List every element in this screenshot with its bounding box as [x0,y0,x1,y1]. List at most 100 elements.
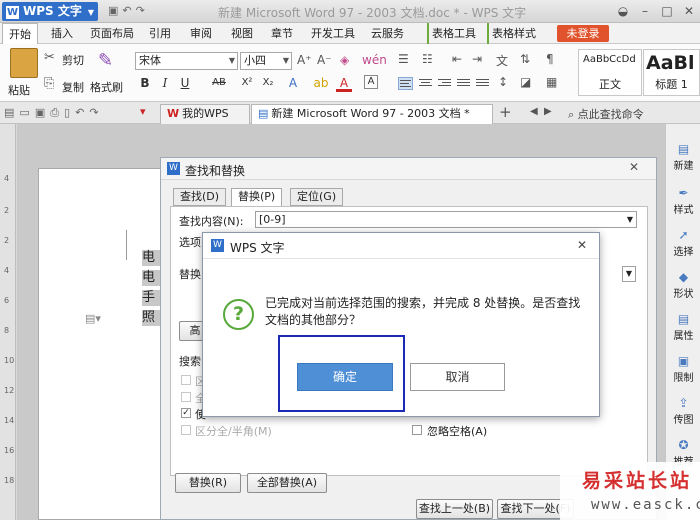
align-right-icon[interactable] [437,77,452,90]
login-button[interactable]: 未登录 [557,25,609,42]
chevron-down-icon[interactable]: ▼ [283,53,289,69]
wps-app-menu-button[interactable]: W WPS 文字 ▼ [2,2,98,21]
open-icon[interactable]: ▭ [19,106,34,119]
checkbox-halfwidth[interactable] [181,425,191,435]
justify-icon[interactable] [456,77,471,90]
shrink-font-icon[interactable]: A⁻ [317,53,332,67]
checkbox-ignore-space[interactable] [412,425,422,435]
tab-my-wps[interactable]: W 我的WPS [160,104,250,124]
copy-icon[interactable]: ⎘ [44,76,54,91]
tab-table-tools[interactable]: 表格工具 [427,23,476,44]
redo-icon[interactable]: ↷ [136,4,149,17]
document-text-line[interactable]: 电 [142,270,161,286]
align-left-icon[interactable] [398,77,413,90]
document-text-line[interactable]: 手 [142,290,161,306]
close-icon[interactable]: ✕ [577,238,587,252]
tab-goto[interactable]: 定位(G) [290,188,344,206]
show-marks-icon[interactable]: ¶ [546,52,554,66]
font-color-icon[interactable]: A [336,75,352,92]
cancel-button[interactable]: 取消 [410,363,505,391]
strikethrough-icon[interactable]: AB [206,75,232,91]
align-center-icon[interactable] [418,77,433,90]
style-heading-1[interactable]: AaBl 标题 1 [643,49,700,96]
increase-indent-icon[interactable]: ⇥ [472,52,482,66]
superscript-icon[interactable]: X² [239,75,255,91]
skin-icon[interactable]: ◒ [612,2,634,20]
chevron-down-icon[interactable]: ▼ [627,212,633,227]
sidebar-item-upload[interactable]: ⇪ 传图 [666,396,700,426]
char-border-icon[interactable]: A [364,75,378,89]
find-input[interactable]: [0-9] ▼ [255,211,637,228]
close-icon[interactable]: ✕ [629,160,639,174]
subscript-icon[interactable]: X₂ [260,75,276,91]
tab-nav-left-icon[interactable]: ◀ [530,106,538,117]
tab-find[interactable]: 查找(D) [173,188,227,206]
preview-icon[interactable]: ▯ [64,106,75,119]
checkbox-wildcards[interactable]: ✓ [181,408,191,418]
numbering-icon[interactable]: ☷ [422,52,433,66]
shading-icon[interactable]: ◪ [520,75,531,89]
text-effect-icon[interactable]: A [285,75,301,91]
save-icon[interactable]: ▣ [35,106,50,119]
tab-page-layout[interactable]: 页面布局 [90,23,134,44]
redo-icon[interactable]: ↷ [89,106,103,119]
scissors-icon[interactable]: ✂ [44,50,55,65]
sidebar-item-restrict[interactable]: ▣ 限制 [666,354,700,384]
paste-button[interactable]: 粘贴 [8,82,30,98]
font-size-select[interactable]: 小四 ▼ [240,52,292,70]
sidebar-item-shapes[interactable]: ◆ 形状 [666,270,700,300]
tab-insert[interactable]: 插入 [51,23,73,44]
tab-review[interactable]: 审阅 [190,23,212,44]
grow-font-icon[interactable]: A⁺ [297,53,312,67]
minimize-button[interactable]: – [634,2,656,20]
tab-view[interactable]: 视图 [231,23,253,44]
highlight-icon[interactable]: ab [313,75,329,91]
quick-access-toolbar[interactable]: ▣↶↷ [108,4,149,17]
bullets-icon[interactable]: ☰ [398,52,409,66]
chinese-layout-icon[interactable]: 文 [496,52,508,69]
tab-section[interactable]: 章节 [271,23,293,44]
tab-cloud[interactable]: 云服务 [371,23,404,44]
tab-nav-right-icon[interactable]: ▶ [544,106,552,117]
font-family-select[interactable]: 宋体 ▼ [135,52,238,70]
sidebar-item-properties[interactable]: ▤ 属性 [666,312,700,342]
checkbox-zone[interactable] [181,375,191,385]
tab-table-style[interactable]: 表格样式 [487,23,536,44]
command-search[interactable]: ⌕ 点此查找命令 [568,106,644,122]
distribute-icon[interactable] [475,77,490,90]
tab-developer[interactable]: 开发工具 [311,23,355,44]
phonetic-icon[interactable]: wén [362,53,387,67]
italic-icon[interactable]: I [157,75,173,91]
sidebar-item-new[interactable]: ▤ 新建 [666,142,700,172]
line-spacing-icon[interactable]: ↕ [498,75,508,89]
doc-toolbar-icons[interactable]: ▤▭▣⎙▯↶↷ [4,106,104,120]
chevron-down-icon[interactable]: ▼ [229,53,235,69]
document-text-line[interactable]: 电 [142,250,161,266]
tab-references[interactable]: 引用 [149,23,171,44]
clear-format-icon[interactable]: ◈ [340,53,349,67]
sidebar-item-select[interactable]: ➚ 选择 [666,228,700,258]
close-window-button[interactable]: ✕ [678,2,700,20]
new-doc-icon[interactable]: ▤ [4,106,19,119]
checkbox-full[interactable] [181,392,191,402]
undo-icon[interactable]: ↶ [122,4,135,17]
undo-icon[interactable]: ↶ [75,106,89,119]
print-icon[interactable]: ⎙ [50,106,64,119]
copy-button[interactable]: 复制 [62,79,84,95]
paste-icon[interactable] [10,48,38,78]
brush-icon[interactable]: ✎ [98,50,113,71]
borders-icon[interactable]: ▦ [546,75,557,89]
sort-icon[interactable]: ⇅ [520,52,530,66]
paragraph-options-icon[interactable]: ▤▾ [85,312,101,325]
format-painter-button[interactable]: 格式刷 [90,79,123,95]
sidebar-item-styles[interactable]: ✒ 样式 [666,186,700,216]
maximize-button[interactable]: □ [656,2,678,20]
find-previous-button[interactable]: 查找上一处(B) [416,499,493,519]
bold-icon[interactable]: B [137,75,153,91]
underline-icon[interactable]: U [177,75,193,91]
replace-all-button[interactable]: 全部替换(A) [247,473,327,493]
add-tab-icon[interactable]: + [499,103,512,121]
tab-home[interactable]: 开始 [2,23,38,44]
pin-icon[interactable]: ▾ [140,105,146,118]
save-icon[interactable]: ▣ [108,4,122,17]
